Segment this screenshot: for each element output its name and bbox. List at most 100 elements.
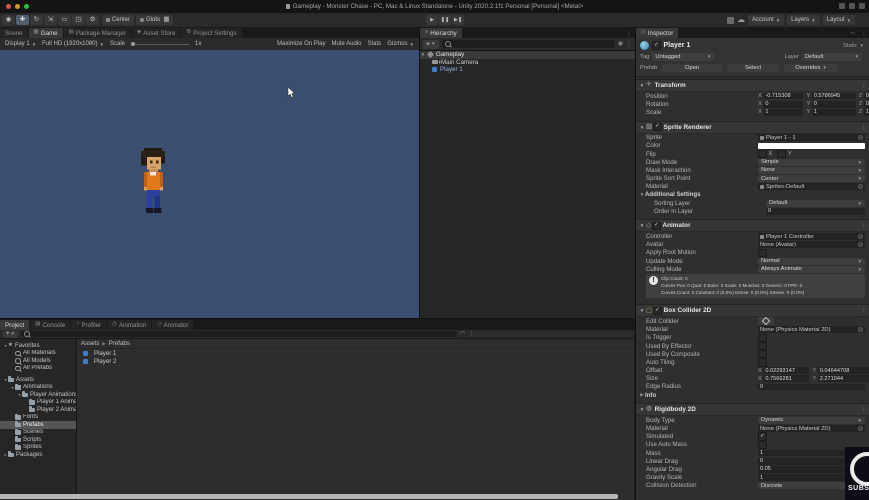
aspect-dropdown[interactable]: Full HD (1920x1080) ▼	[42, 41, 104, 47]
object-picker-icon[interactable]	[858, 184, 863, 190]
custom-tool[interactable]: ⚙	[86, 15, 99, 25]
foldout-arrow-icon[interactable]: ▼	[639, 308, 645, 313]
tree-item-scenes[interactable]: Scenes	[0, 428, 76, 437]
object-picker-icon[interactable]	[858, 234, 863, 240]
foldout-arrow-icon[interactable]: ▼	[639, 407, 645, 412]
tree-item-all-models[interactable]: All Models	[0, 357, 76, 365]
project-search-input[interactable]	[20, 331, 457, 337]
scale-slider-knob[interactable]	[131, 41, 135, 46]
transform-scale-x-field[interactable]: 1	[763, 109, 804, 116]
layout-dropdown[interactable]: Layout ▼	[822, 15, 856, 25]
status-icon[interactable]	[859, 3, 865, 9]
object-picker-icon[interactable]	[858, 426, 863, 431]
component-header-transform[interactable]: ▼ ✛ Transform ⋮	[636, 79, 869, 92]
step-button[interactable]: ▶❚	[452, 15, 464, 25]
create-object-button[interactable]: + ▼	[423, 39, 439, 49]
transform-position-x-field[interactable]: -0.715308	[763, 92, 804, 100]
foldout-arrow-icon[interactable]: ▼	[420, 52, 426, 57]
animator-enabled-checkbox[interactable]: ✓	[652, 221, 661, 231]
view-tool[interactable]: ◉	[2, 15, 15, 25]
transform-position-z-field[interactable]: 0	[863, 92, 869, 100]
hierarchy-item-main-camera[interactable]: Main Camera	[420, 59, 635, 67]
tab-inspector[interactable]: ◎ Inspector	[636, 28, 679, 38]
play-button[interactable]: ▶	[426, 15, 438, 25]
prefab-open-button[interactable]: Open	[662, 63, 723, 72]
gizmos-dropdown[interactable]: Gizmos ▼	[387, 41, 414, 47]
component-header-animator[interactable]: ▼ ◇ ✓ Animator ⋮	[636, 219, 869, 233]
pause-button[interactable]: ❚❚	[439, 15, 451, 25]
transform-tool[interactable]: ◳	[72, 15, 85, 25]
status-icon[interactable]	[849, 3, 855, 9]
component-header-box-collider-2d[interactable]: ▼ ▢ ✓ Box Collider 2D ⋮	[636, 304, 869, 318]
component-menu-icon[interactable]: ⋮	[861, 124, 867, 131]
tree-item-all-materials[interactable]: All Materials	[0, 350, 76, 358]
box-collider-2d-edit-collider-button[interactable]	[758, 317, 774, 326]
box-collider-2d-offset-y-field[interactable]: 0.04644708	[817, 367, 869, 374]
hierarchy-item-player-1[interactable]: Player 1	[420, 66, 635, 74]
sprite-renderer-sprite-sort-point-dropdown[interactable]: Center ▼	[758, 175, 865, 183]
view-tab-package-manager[interactable]: ▤ Package Manager	[63, 28, 132, 38]
box-collider-2d-enabled-checkbox[interactable]: ✓	[653, 306, 662, 316]
object-picker-icon[interactable]	[858, 135, 863, 141]
component-menu-icon[interactable]: ⋮	[861, 406, 867, 413]
asset-item-player-2[interactable]: Player 2	[77, 357, 634, 365]
bottom-tab-console[interactable]: ▤ Console	[30, 320, 71, 330]
lock-icon[interactable]: ◠	[847, 31, 858, 38]
mute-audio-toggle[interactable]: Mute Audio	[331, 41, 361, 47]
maximize-on-play-toggle[interactable]: Maximize On Play	[277, 41, 325, 47]
rotate-tool[interactable]: ↻	[30, 15, 43, 25]
view-tab-asset-store[interactable]: ◈ Asset Store	[132, 28, 181, 38]
breadcrumb-prefabs[interactable]: Prefabs	[109, 340, 130, 347]
move-tool[interactable]: ✚	[16, 15, 29, 25]
grid-snapping-button[interactable]: ▦	[160, 15, 173, 25]
tree-item-assets[interactable]: ▾ Assets	[0, 376, 76, 384]
animator-controller-object-field[interactable]: Player 1 Controller	[758, 233, 865, 241]
transform-rotation-x-field[interactable]: 0	[763, 100, 804, 108]
account-dropdown[interactable]: Account ▼	[748, 15, 785, 25]
rigidbody-2d-use-auto-mass-checkbox[interactable]	[758, 440, 767, 450]
component-menu-icon[interactable]: ⋮	[861, 82, 867, 89]
pivot-toggle-button[interactable]: Center	[102, 15, 135, 25]
sprite-renderer-flip-y-checkbox[interactable]	[777, 149, 786, 159]
sprite-renderer-sorting-layer-dropdown[interactable]: Default ▼	[766, 199, 865, 207]
eye-toggle-icon[interactable]: ◉	[618, 41, 623, 47]
panel-menu-icon[interactable]: ⋮	[858, 31, 869, 38]
sprite-renderer-mask-interaction-dropdown[interactable]: None ▼	[758, 166, 865, 174]
prefab-select-button[interactable]: Select	[727, 63, 780, 72]
panel-menu-icon[interactable]: ⋮	[623, 31, 635, 38]
transform-scale-z-field[interactable]: 1	[863, 109, 869, 116]
horizontal-scrollbar[interactable]	[0, 494, 618, 499]
tree-item-prefabs[interactable]: Prefabs	[0, 421, 76, 429]
box-collider-2d-size-x-field[interactable]: 0.7566281	[763, 375, 810, 383]
box-collider-2d-material-object-field[interactable]: None (Physics Material 2D)	[758, 326, 865, 334]
tag-dropdown[interactable]: Untagged ▼	[652, 52, 715, 61]
gameobject-name-field[interactable]: Player 1	[664, 42, 691, 49]
tree-item-all-prefabs[interactable]: All Prefabs	[0, 365, 76, 373]
sprite-renderer-draw-mode-dropdown[interactable]: Simple ▼	[758, 158, 865, 166]
tree-item-player-1-animations[interactable]: Player 1 Animations	[0, 398, 76, 407]
sprite-renderer-order-in-layer-field[interactable]: 0	[766, 208, 865, 215]
create-asset-button[interactable]: + ▼	[3, 330, 18, 338]
sprite-renderer-material-object-field[interactable]: Sprites-Default	[758, 183, 865, 191]
transform-rotation-y-field[interactable]: 0	[811, 100, 856, 108]
display-dropdown[interactable]: Display 1 ▼	[5, 41, 36, 47]
cloud-icon[interactable]: ☁	[737, 16, 745, 24]
gameobject-enabled-checkbox[interactable]: ✓	[652, 41, 661, 50]
tree-item-packages[interactable]: ▸ Packages	[0, 451, 76, 459]
box-collider-2d-offset-x-field[interactable]: 0.02293147	[763, 367, 810, 374]
animator-apply-root-motion-checkbox[interactable]	[758, 248, 767, 258]
tree-item-animations[interactable]: ▾ Animations	[0, 383, 76, 392]
sprite-renderer-flip-x-checkbox[interactable]	[758, 149, 767, 159]
tree-item-scripts[interactable]: Scripts	[0, 436, 76, 444]
object-picker-icon[interactable]	[858, 327, 863, 333]
transform-position-y-field[interactable]: 0.5786945	[811, 92, 856, 100]
component-header-rigidbody-2d[interactable]: ▼ ◍ Rigidbody 2D ⋮	[636, 403, 869, 417]
object-picker-icon[interactable]	[858, 242, 863, 248]
view-tab-game[interactable]: ▦ Game	[28, 28, 63, 38]
foldout-arrow-icon[interactable]: ▼	[639, 83, 645, 88]
panel-menu-icon[interactable]: ⋮	[468, 331, 474, 337]
static-toggle[interactable]: Static ▼	[843, 43, 866, 49]
rigidbody-2d-body-type-dropdown[interactable]: Dynamic ▼	[758, 416, 865, 424]
hierarchy-scene-row[interactable]: ▼ Gameplay	[420, 51, 635, 59]
status-icon[interactable]	[839, 3, 845, 9]
